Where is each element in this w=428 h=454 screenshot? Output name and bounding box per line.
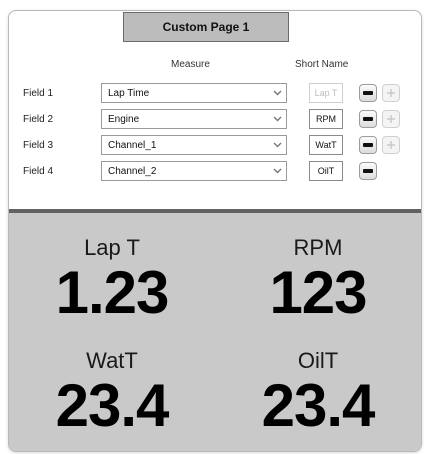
measure-select-value: Engine	[108, 114, 140, 125]
display-cell: RPM 123	[215, 213, 421, 334]
plus-icon	[387, 89, 395, 97]
measure-select[interactable]: Channel_2	[101, 161, 287, 181]
measure-select[interactable]: Lap Time	[101, 83, 287, 103]
measure-select-value: Lap Time	[108, 88, 150, 99]
display-cell: OilT 23.4	[215, 334, 421, 451]
field-row: Field 2 Engine RPM	[9, 109, 421, 131]
remove-field-button[interactable]	[359, 110, 377, 128]
add-field-button[interactable]	[382, 136, 400, 154]
page-title[interactable]: Custom Page 1	[123, 12, 289, 42]
display-value: 23.4	[261, 372, 376, 439]
short-name-field[interactable]: Lap T	[309, 83, 343, 103]
measure-select-value: Channel_1	[108, 140, 157, 151]
minus-icon	[363, 169, 373, 173]
measure-column-header: Measure	[171, 59, 210, 70]
measure-select[interactable]: Engine	[101, 109, 287, 129]
display-label: RPM	[293, 235, 343, 260]
remove-field-button[interactable]	[359, 162, 377, 180]
display-value: 123	[269, 259, 367, 326]
display-value: 23.4	[55, 372, 170, 439]
short-name-field[interactable]: RPM	[309, 109, 343, 129]
display-label: OilT	[297, 348, 339, 373]
chevron-down-icon[interactable]	[269, 111, 285, 127]
remove-field-button[interactable]	[359, 136, 377, 154]
measure-select-value: Channel_2	[108, 166, 157, 177]
field-row: Field 4 Channel_2 OilT	[9, 161, 421, 183]
field-row: Field 3 Channel_1 WatT	[9, 135, 421, 157]
field-row: Field 1 Lap Time Lap T	[9, 83, 421, 105]
field-label: Field 2	[23, 114, 54, 125]
minus-icon	[363, 91, 373, 95]
measure-select[interactable]: Channel_1	[101, 135, 287, 155]
add-field-button[interactable]	[382, 110, 400, 128]
display-label: Lap T	[84, 235, 140, 260]
plus-icon	[387, 141, 395, 149]
short-name-field[interactable]: OilT	[309, 161, 343, 181]
field-label: Field 4	[23, 166, 54, 177]
minus-icon	[363, 117, 373, 121]
minus-icon	[363, 143, 373, 147]
display-cell: WatT 23.4	[9, 334, 215, 451]
field-label: Field 1	[23, 88, 54, 99]
remove-field-button[interactable]	[359, 84, 377, 102]
plus-icon	[387, 115, 395, 123]
display-cell: Lap T 1.23	[9, 213, 215, 334]
display-value: 1.23	[55, 259, 170, 326]
short-name-field[interactable]: WatT	[309, 135, 343, 155]
chevron-down-icon[interactable]	[269, 137, 285, 153]
add-field-button[interactable]	[382, 84, 400, 102]
field-label: Field 3	[23, 140, 54, 151]
short-name-column-header: Short Name	[295, 59, 349, 70]
custom-page-editor: Custom Page 1 Measure Short Name Field 1…	[8, 10, 422, 452]
chevron-down-icon[interactable]	[269, 163, 285, 179]
display-label: WatT	[86, 348, 138, 373]
display-preview: Lap T 1.23 RPM 123 WatT 23.4 OilT 23.4	[9, 209, 421, 451]
chevron-down-icon[interactable]	[269, 85, 285, 101]
